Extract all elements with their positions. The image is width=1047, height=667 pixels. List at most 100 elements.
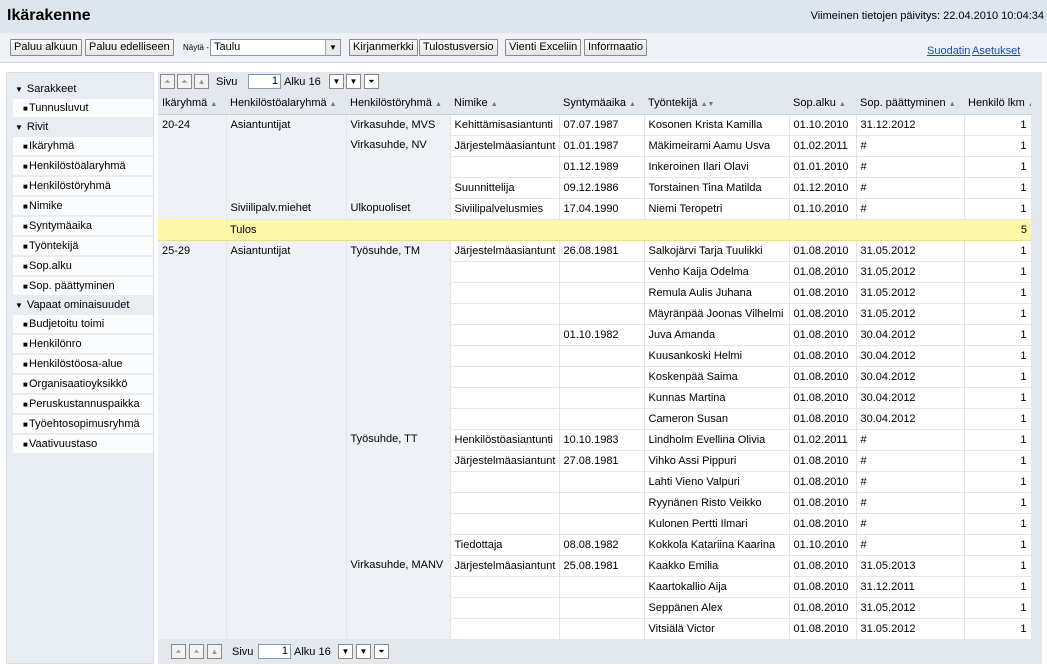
- table-row: 20-24 Asiantuntijat Virkasuhde, MVS Kehittä…: [158, 114, 1032, 136]
- table-cell: 01.10.2010: [789, 198, 857, 220]
- table-cell: 01.08.2010: [789, 261, 857, 283]
- sidebar-item-budjetoitu-toimi[interactable]: ■ Budjetoitu toimi: [13, 315, 153, 334]
- sidebar-item-henkilostoalaryhma[interactable]: ■ Henkilöstöalaryhmä: [13, 157, 153, 176]
- table-cell: 1: [964, 576, 1032, 598]
- sidebar-item-henkilostoryhma[interactable]: ■ Henkilöstöryhmä: [13, 177, 153, 196]
- table-cell: 1: [964, 345, 1032, 367]
- table-cell: Kaakko Emilia: [644, 555, 790, 577]
- table-row: Kunnas Martina 01.08.2010 30.04.2012 1: [158, 387, 1032, 409]
- next-block-icon[interactable]: ▼: [346, 74, 361, 89]
- column-header-ikaryhma[interactable]: Ikäryhmä ▲: [158, 93, 226, 115]
- back-home-button[interactable]: Paluu alkuun: [10, 39, 82, 56]
- chevron-down-icon[interactable]: ▼: [325, 40, 340, 55]
- table-cell: #: [856, 135, 965, 157]
- table-cell: #: [856, 156, 965, 178]
- settings-link[interactable]: Asetukset: [972, 45, 1020, 57]
- sidebar-item-vaativuustaso[interactable]: ■ Vaativuustaso: [13, 435, 153, 454]
- column-header-henkilostoalaryhma[interactable]: Henkilöstöalaryhmä ▲: [226, 93, 346, 115]
- table-cell: 1: [964, 597, 1032, 619]
- last-page-icon[interactable]: ⏷: [374, 644, 389, 659]
- sidebar-item-peruskustannuspaikka[interactable]: ■ Peruskustannuspaikka: [13, 395, 153, 414]
- previous-block-icon[interactable]: ⏶: [189, 644, 204, 659]
- previous-page-icon[interactable]: ▲: [194, 74, 209, 89]
- sidebar-item-tunnusluvut[interactable]: ■ Tunnusluvut: [13, 99, 153, 118]
- first-page-icon[interactable]: ⏶: [160, 74, 175, 89]
- sidebar-item-henkilonro[interactable]: ■ Henkilönro: [13, 335, 153, 354]
- export-excel-button[interactable]: Vienti Exceliin: [505, 39, 582, 56]
- first-page-icon[interactable]: ⏶: [171, 644, 186, 659]
- table-cell: #: [856, 492, 965, 514]
- next-page-icon[interactable]: ▼: [329, 74, 344, 89]
- table-cell: [226, 534, 347, 555]
- next-block-icon[interactable]: ▼: [356, 644, 371, 659]
- table-cell: [346, 534, 451, 555]
- print-version-button[interactable]: Tulostusversio: [419, 39, 498, 56]
- column-header-syntymaaika[interactable]: Syntymäaika ▲: [559, 93, 644, 115]
- sidebar-item-syntymaaika[interactable]: ■ Syntymäaika: [13, 217, 153, 236]
- bullet-icon: ■: [23, 400, 28, 409]
- title-bar: Ikärakenne Viimeinen tietojen päivitys: …: [0, 0, 1047, 33]
- table-cell: 1: [964, 303, 1032, 325]
- table-cell: 01.08.2010: [789, 303, 857, 325]
- column-header-henkilo-lkm[interactable]: Henkilö lkm ▲▼: [964, 93, 1031, 115]
- table-cell: [346, 387, 451, 408]
- sidebar-item-ikaryhma[interactable]: ■ Ikäryhmä: [13, 137, 153, 156]
- table-cell: [346, 156, 451, 177]
- sidebar-item-nimike[interactable]: ■ Nimike: [13, 197, 153, 216]
- table-cell: #: [856, 198, 965, 220]
- table-cell: [559, 618, 645, 640]
- table-cell: [346, 303, 451, 324]
- table-cell: [158, 303, 227, 324]
- sidebar-item-tyoehtosopimusryhma[interactable]: ■ Työehtosopimusryhmä: [13, 415, 153, 434]
- table-row: Venho Kaija Odelma 01.08.2010 31.05.2012 1: [158, 261, 1032, 283]
- sidebar-section-free-attributes[interactable]: ▼ Vapaat ominaisuudet: [7, 296, 153, 315]
- sidebar-section-columns[interactable]: ▼ Sarakkeet: [7, 80, 153, 99]
- table-cell: Kokkola Katariina Kaarina: [644, 534, 790, 556]
- bookmark-button[interactable]: Kirjanmerkki: [349, 39, 418, 56]
- next-page-icon[interactable]: ▼: [338, 644, 353, 659]
- sidebar-item-tyontekija[interactable]: ■ Työntekijä: [13, 237, 153, 256]
- back-previous-button[interactable]: Paluu edelliseen: [85, 39, 174, 56]
- report-table: Ikäryhmä ▲ Henkilöstöalaryhmä ▲ Henkilös…: [158, 93, 1032, 640]
- table-cell: [450, 345, 560, 367]
- column-header-sop-paattyminen[interactable]: Sop. päättyminen ▲: [856, 93, 964, 115]
- sidebar-section-rows[interactable]: ▼ Rivit: [7, 118, 153, 137]
- table-cell: [450, 282, 560, 304]
- pager-bottom: ⏶ ⏶ ▲ Sivu 1 Alku 16 ▼ ▼ ⏷: [158, 642, 1042, 662]
- previous-block-icon[interactable]: ⏶: [177, 74, 192, 89]
- filter-link[interactable]: Suodatin: [927, 45, 970, 57]
- column-header-nimike[interactable]: Nimike ▲: [450, 93, 559, 115]
- table-cell: [158, 576, 227, 597]
- sidebar-item-organisaatioyksikko[interactable]: ■ Organisaatioyksikkö: [13, 375, 153, 394]
- sidebar-item-sop-paattyminen[interactable]: ■ Sop. päättyminen: [13, 277, 153, 296]
- bullet-icon: ■: [23, 420, 28, 429]
- table-cell: 01.02.2011: [789, 429, 857, 451]
- column-header-sop-alku[interactable]: Sop.alku ▲: [789, 93, 856, 115]
- table-cell: 01.08.2010: [789, 408, 857, 430]
- sidebar-item-henkilostoosa-alue[interactable]: ■ Henkilöstöosa-alue: [13, 355, 153, 374]
- table-cell: [158, 555, 227, 576]
- last-page-icon[interactable]: ⏷: [364, 74, 379, 89]
- table-cell: [226, 597, 347, 618]
- page-input[interactable]: 1: [258, 644, 291, 659]
- table-cell: Virkasuhde, MVS: [346, 114, 451, 135]
- table-cell: 08.08.1982: [559, 534, 645, 556]
- page-input[interactable]: 1: [248, 74, 281, 89]
- table-cell: Mäkimeirami Aamu Usva: [644, 135, 790, 157]
- table-cell: 01.01.1987: [559, 135, 645, 157]
- column-header-henkilostoryhma[interactable]: Henkilöstöryhmä ▲: [346, 93, 450, 115]
- table-cell: [226, 555, 347, 576]
- table-cell: 01.01.2010: [789, 156, 857, 178]
- page-title: Ikärakenne: [7, 7, 91, 24]
- table-cell: [450, 324, 560, 346]
- page-label: Sivu: [232, 646, 254, 658]
- table-cell: Järjestelmäasiantunt: [450, 240, 560, 262]
- column-header-tyontekija[interactable]: Työntekijä ▲▼: [644, 93, 789, 115]
- information-button[interactable]: Informaatio: [584, 39, 648, 56]
- table-cell: 30.04.2012: [856, 387, 965, 409]
- previous-page-icon[interactable]: ▲: [207, 644, 222, 659]
- view-select[interactable]: Taulu ▼: [210, 39, 341, 56]
- table-cell: [346, 282, 451, 303]
- sidebar-item-sop-alku[interactable]: ■ Sop.alku: [13, 257, 153, 276]
- table-cell: Ryynänen Risto Veikko: [644, 492, 790, 514]
